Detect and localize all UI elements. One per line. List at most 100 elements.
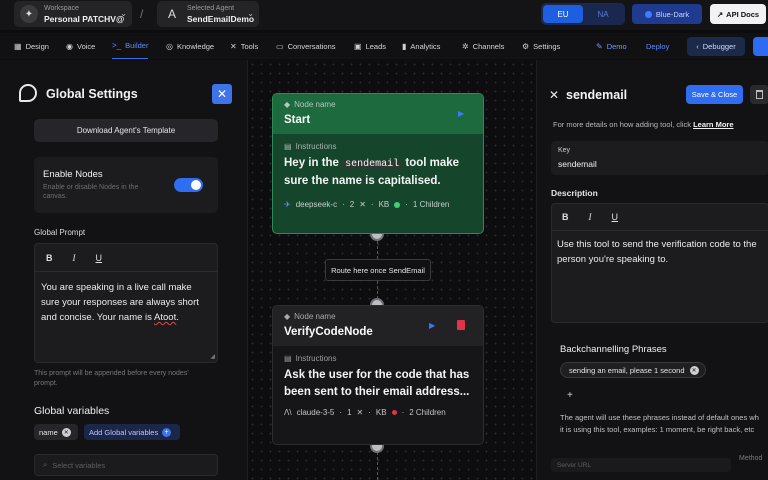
tab-channels[interactable]: ✲ Channels [462,33,504,59]
key-value[interactable]: sendemail [558,159,597,169]
analytics-icon: ▮ [402,41,407,51]
global-prompt-text[interactable]: You are speaking in a live call make sur… [35,272,217,325]
tool-settings-panel: ✕ sendemail Save & Close For more detail… [536,60,768,480]
remove-icon[interactable]: ✕ [61,427,71,437]
region-eu-button[interactable]: EU [543,5,583,23]
tab-analytics[interactable]: ▮ Analytics [402,33,440,59]
workspace-selector[interactable]: ✦ Workspace Personal PATCHV@ ⌄ [14,1,132,27]
download-template-button[interactable]: Download Agent's Template [34,119,218,142]
api-docs-label: API Docs [726,9,760,19]
external-link-icon: ↗ [716,9,724,19]
description-text[interactable]: Use this tool to send the verification c… [552,231,768,267]
knowledge-icon: ◎ [166,41,173,51]
select-variables-input[interactable]: ⌕ Select variables [34,454,218,476]
workspace-label: Workspace [44,5,79,12]
save-close-button[interactable]: Save & Close [686,85,743,104]
edge-line [377,241,378,259]
close-button[interactable]: ✕ [212,84,232,104]
tab-leads[interactable]: ▣ Leads [354,33,386,59]
node-name-label: Node name [294,100,336,109]
key-field[interactable]: Key sendemail [551,141,768,175]
region-na-button[interactable]: NA [583,5,623,23]
agent-initial-icon: A [167,7,176,21]
workspace-name: Personal PATCHV@ [44,14,125,24]
chevron-left-icon: ‹ [696,42,699,51]
kb-label: KB [375,408,387,417]
chevron-down-icon: ⌄ [247,9,254,18]
global-prompt-editor[interactable]: B I U You are speaking in a live call ma… [34,243,218,363]
tab-settings[interactable]: ⚙ Settings [522,33,560,59]
deploy-button[interactable]: Deploy [646,33,669,59]
model-icon: Ʌ\ [284,408,292,417]
theme-selector[interactable]: Blue-Dark [632,4,702,24]
phrase-chip[interactable]: sending an email, please 1 second ✕ [560,362,706,378]
verify-code-node[interactable]: ◆ Node name VerifyCodeNode ▶ ▤ Instruction… [272,305,484,445]
theme-label: Blue-Dark [655,9,690,19]
italic-icon[interactable]: I [73,253,76,263]
document-icon: ▤ [284,142,292,151]
close-icon: ✕ [216,87,228,101]
edge-line [377,452,378,480]
description-label: Description [551,188,598,198]
server-url-input[interactable]: Server URL [551,458,731,472]
tag-icon: ◆ [284,100,291,109]
debugger-button[interactable]: ‹ Debugger [687,37,745,56]
layout-icon: ▦ [14,41,22,51]
panel-title: Global Settings [46,87,138,101]
model-name: deepseek-c [295,200,338,209]
tab-knowledge[interactable]: ◎ Knowledge [166,33,214,59]
gear-icon: ⚙ [522,41,530,51]
description-editor[interactable]: B I U Use this tool to send the verifica… [551,203,768,323]
workspace-avatar-icon: ✦ [20,5,38,23]
tools-icon: ✕ [356,408,364,417]
toggle-knob [191,180,201,190]
global-variables-title: Global variables [34,405,110,417]
resize-handle-icon[interactable]: ◢ [210,353,215,360]
learn-more-link[interactable]: Learn More [693,120,733,129]
tools-count: 2 [349,200,355,209]
trash-icon [756,90,763,99]
bold-icon[interactable]: B [562,212,569,222]
chat-icon: ▭ [276,41,284,51]
add-global-variable-button[interactable]: Add Global variables + [84,424,180,440]
tab-design[interactable]: ▦ Design [14,33,49,59]
bold-icon[interactable]: B [46,253,53,263]
tab-voice[interactable]: ◉ Voice [66,33,95,59]
variable-chip[interactable]: name ✕ [34,424,78,440]
trash-icon[interactable] [457,320,465,330]
region-switch: EU NA [541,3,625,25]
kb-status-dot [394,201,401,208]
enable-nodes-toggle[interactable] [174,178,203,192]
kb-status-dot [391,410,397,415]
play-icon[interactable]: ▶ [429,321,435,330]
action-button-edge[interactable] [753,37,768,56]
children-count: 1 Children [412,200,450,209]
play-icon[interactable]: ▶ [458,109,464,118]
tab-conversations[interactable]: ▭ Conversations [276,33,336,59]
instructions-label: Instructions [295,354,337,363]
tab-builder[interactable]: >_ Builder [112,33,149,59]
delete-tool-button[interactable] [750,85,768,104]
method-label: Method [739,455,763,462]
model-name: claude-3-5 [296,408,335,417]
voice-icon: ◉ [66,41,73,51]
demo-link[interactable]: ✎ Demo [596,33,627,59]
leads-icon: ▣ [354,41,362,51]
agent-selector[interactable]: A Selected Agent SendEmailDemo ⌄ [157,1,259,27]
underline-icon[interactable]: U [612,212,619,222]
api-docs-button[interactable]: ↗ API Docs [710,4,766,24]
add-phrase-button[interactable]: + [567,390,573,401]
tab-tools[interactable]: ✕ Tools [230,33,258,59]
tool-info-text: For more details on how adding tool, cli… [553,120,734,129]
kb-label: KB [378,200,390,209]
tag-icon: ◆ [284,312,291,321]
route-label[interactable]: Route here once SendEmail [325,259,431,281]
edit-icon: ✎ [596,41,603,51]
italic-icon[interactable]: I [589,212,592,222]
breadcrumb-separator: / [140,7,144,21]
underline-icon[interactable]: U [96,253,103,263]
remove-icon[interactable]: ✕ [689,365,699,375]
start-node[interactable]: ◆ Node name Start ▶ ▤ Instructions Hey in … [272,93,484,234]
theme-dot-icon [644,10,652,18]
global-prompt-label: Global Prompt [34,228,86,237]
